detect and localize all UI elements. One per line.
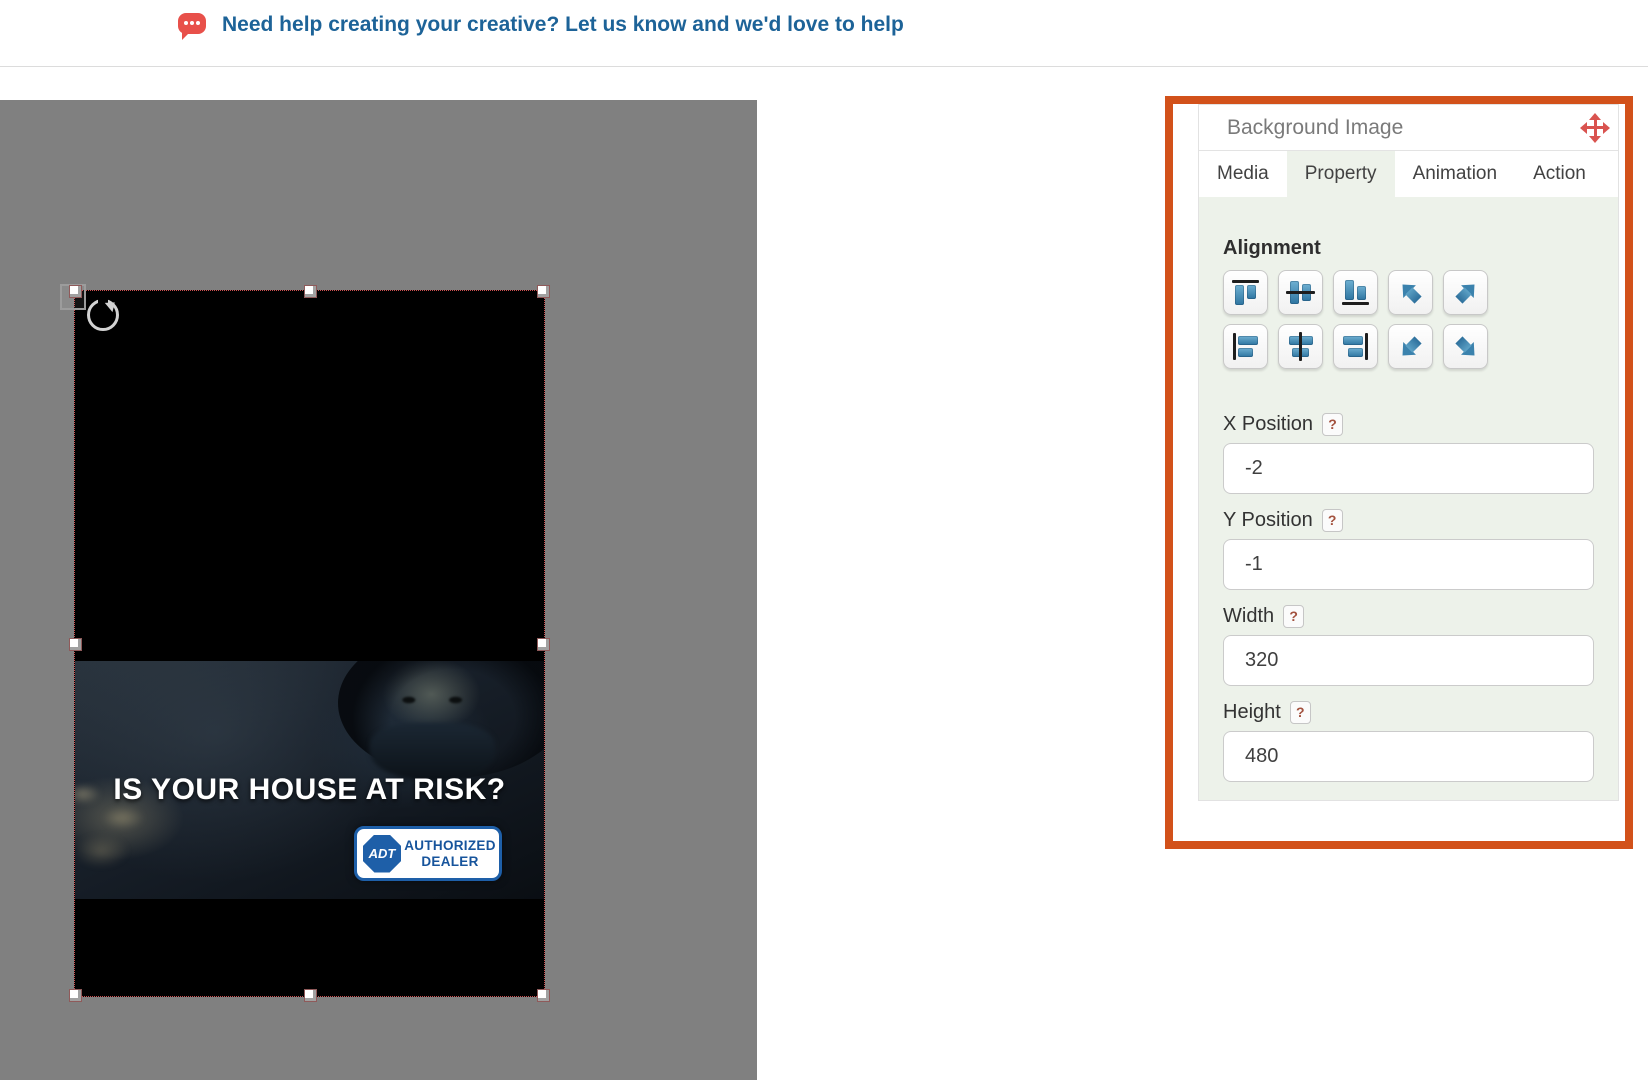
handle-top-middle[interactable] <box>304 285 317 298</box>
align-vertical-center-icon <box>1285 277 1316 308</box>
rotate-icon[interactable] <box>87 299 119 331</box>
height-input[interactable] <box>1223 731 1594 782</box>
align-right-button[interactable] <box>1333 324 1378 369</box>
align-top-icon <box>1230 277 1261 308</box>
width-field-group: Width ? <box>1223 605 1594 686</box>
selected-background-image[interactable]: IS YOUR HOUSE AT RISK? ADT AUTHORIZED DE… <box>74 290 545 997</box>
panel-tabs: Media Property Animation Action <box>1199 151 1618 197</box>
x-position-input[interactable] <box>1223 443 1594 494</box>
align-horizontal-center-button[interactable] <box>1278 324 1323 369</box>
handle-top-left[interactable] <box>69 285 82 298</box>
x-position-help-icon[interactable]: ? <box>1322 413 1343 436</box>
align-vertical-center-button[interactable] <box>1278 270 1323 315</box>
width-label: Width ? <box>1223 605 1594 628</box>
alignment-label: Alignment <box>1223 237 1594 260</box>
handle-bottom-left[interactable] <box>69 989 82 1002</box>
align-left-icon <box>1230 331 1261 362</box>
y-position-field-group: Y Position ? <box>1223 509 1594 590</box>
align-top-left-button[interactable] <box>1388 270 1433 315</box>
align-bottom-icon <box>1340 277 1371 308</box>
tab-animation[interactable]: Animation <box>1395 151 1516 197</box>
y-position-label: Y Position ? <box>1223 509 1594 532</box>
x-position-label: X Position ? <box>1223 413 1594 436</box>
height-label: Height ? <box>1223 701 1594 724</box>
height-help-icon[interactable]: ? <box>1290 701 1311 724</box>
y-position-help-icon[interactable]: ? <box>1322 509 1343 532</box>
x-position-field-group: X Position ? <box>1223 413 1594 494</box>
alignment-row-1 <box>1223 270 1594 315</box>
align-top-button[interactable] <box>1223 270 1268 315</box>
property-fields: X Position ? Y Position ? Width ? <box>1223 413 1594 782</box>
align-top-right-button[interactable] <box>1443 270 1488 315</box>
adt-badge-text: AUTHORIZED DEALER <box>401 838 499 870</box>
width-help-icon[interactable]: ? <box>1283 605 1304 628</box>
background-image-panel: Background Image Media Property Animatio… <box>1198 104 1619 801</box>
adt-logo: ADT <box>363 835 401 873</box>
x-position-label-text: X Position <box>1223 413 1313 436</box>
alignment-row-2 <box>1223 324 1594 369</box>
y-position-label-text: Y Position <box>1223 509 1313 532</box>
arrow-down-right-icon <box>1449 330 1483 364</box>
chat-bubble-icon <box>178 13 206 34</box>
height-label-text: Height <box>1223 701 1281 724</box>
handle-bottom-middle[interactable] <box>304 989 317 1002</box>
help-bar: Need help creating your creative? Let us… <box>0 0 1648 67</box>
design-canvas: IS YOUR HOUSE AT RISK? ADT AUTHORIZED DE… <box>0 100 757 1080</box>
arrow-up-left-icon <box>1394 276 1428 310</box>
badge-line2: DEALER <box>401 854 499 870</box>
arrow-up-right-icon <box>1449 276 1483 310</box>
tab-action[interactable]: Action <box>1515 151 1604 197</box>
align-left-button[interactable] <box>1223 324 1268 369</box>
align-bottom-right-button[interactable] <box>1443 324 1488 369</box>
panel-title: Background Image <box>1227 116 1403 140</box>
creative-photo: IS YOUR HOUSE AT RISK? ADT AUTHORIZED DE… <box>75 661 544 899</box>
handle-middle-right[interactable] <box>537 638 550 651</box>
arrow-down-left-icon <box>1394 330 1428 364</box>
align-bottom-left-button[interactable] <box>1388 324 1433 369</box>
height-field-group: Height ? <box>1223 701 1594 782</box>
panel-header: Background Image <box>1199 105 1618 151</box>
property-tab-content: Alignment <box>1199 197 1618 800</box>
creative-headline: IS YOUR HOUSE AT RISK? <box>75 773 544 807</box>
tab-media[interactable]: Media <box>1199 151 1287 197</box>
width-input[interactable] <box>1223 635 1594 686</box>
help-link[interactable]: Need help creating your creative? Let us… <box>222 13 904 37</box>
tab-property[interactable]: Property <box>1287 151 1395 197</box>
handle-middle-left[interactable] <box>69 638 82 651</box>
adt-dealer-badge: ADT AUTHORIZED DEALER <box>354 826 502 881</box>
align-horizontal-center-icon <box>1285 331 1316 362</box>
width-label-text: Width <box>1223 605 1274 628</box>
move-arrows-icon[interactable] <box>1582 115 1608 141</box>
handle-bottom-right[interactable] <box>537 989 550 1002</box>
align-bottom-button[interactable] <box>1333 270 1378 315</box>
align-right-icon <box>1340 331 1371 362</box>
y-position-input[interactable] <box>1223 539 1594 590</box>
badge-line1: AUTHORIZED <box>401 838 499 854</box>
handle-top-right[interactable] <box>537 285 550 298</box>
figure-eyes <box>389 694 479 706</box>
